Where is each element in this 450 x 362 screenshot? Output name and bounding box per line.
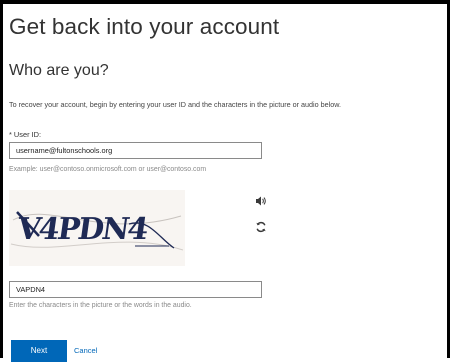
captcha-input[interactable] <box>9 281 262 298</box>
page-title: Get back into your account <box>9 14 280 39</box>
user-id-label: * User ID: <box>9 130 42 139</box>
speaker-icon[interactable] <box>255 194 267 206</box>
window-frame-left <box>0 0 3 358</box>
intro-text: To recover your account, begin by enteri… <box>9 100 342 109</box>
user-id-example-hint: Example: user@contoso.onmicrosoft.com or… <box>9 166 207 173</box>
refresh-icon[interactable] <box>255 220 267 233</box>
captcha-hint: Enter the characters in the picture or t… <box>9 302 192 309</box>
captcha-image: V4PDN4 <box>9 190 185 266</box>
cancel-link[interactable]: Cancel <box>74 346 97 355</box>
next-button[interactable]: Next <box>11 340 67 362</box>
window-frame-top <box>0 0 450 4</box>
user-id-input[interactable] <box>9 142 262 159</box>
page-subtitle: Who are you? <box>9 62 109 79</box>
